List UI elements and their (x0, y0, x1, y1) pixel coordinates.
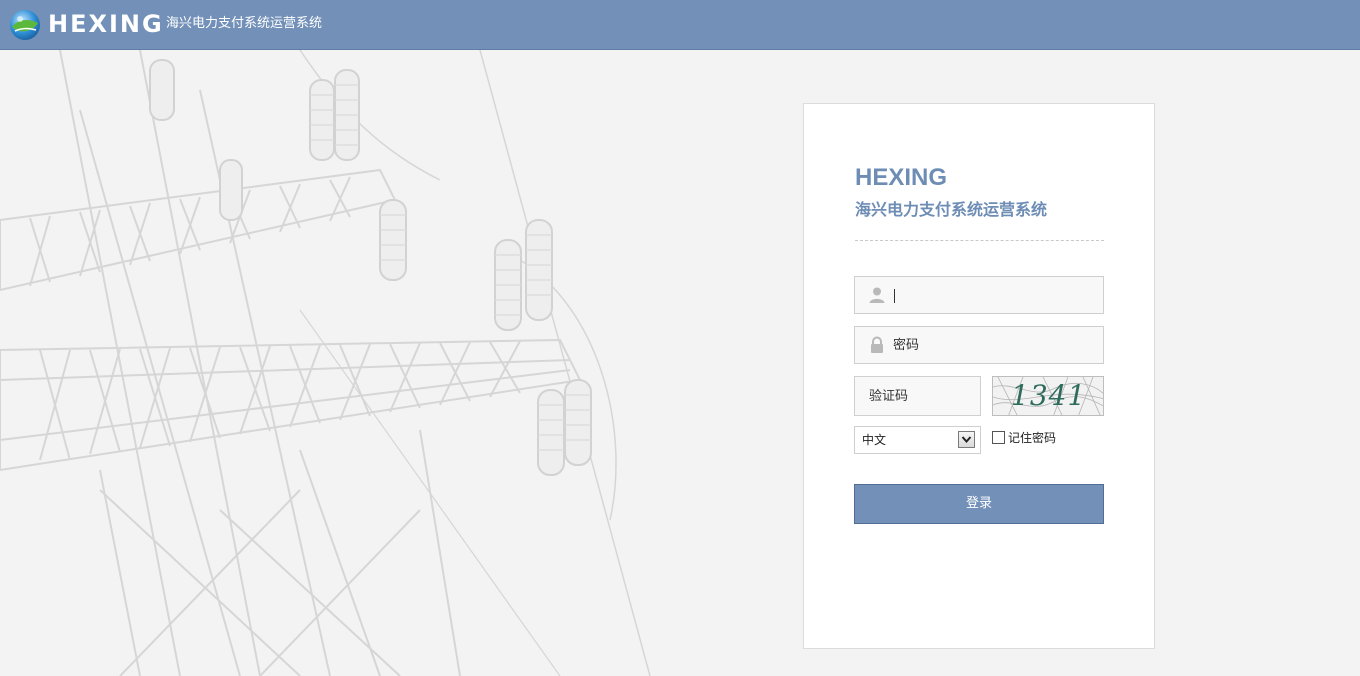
top-header: HEXING 海兴电力支付系统运营系统 (0, 0, 1360, 50)
login-panel: HEXING 海兴电力支付系统运营系统 验证码 1341 中文 记住密码 登录 (803, 103, 1155, 649)
lock-icon (871, 336, 883, 353)
login-page: HEXING 海兴电力支付系统运营系统 HEXING 海兴电力支付系统运营系统 … (0, 0, 1360, 676)
captcha-image[interactable]: 1341 (992, 376, 1104, 416)
username-input[interactable] (893, 283, 1093, 307)
username-field[interactable] (854, 276, 1104, 314)
language-select[interactable]: 中文 (854, 426, 981, 454)
password-field[interactable] (854, 326, 1104, 364)
dashed-divider (855, 240, 1104, 241)
chevron-down-icon[interactable] (958, 431, 975, 448)
globe-logo-icon (10, 10, 40, 40)
remember-label[interactable]: 记住密码 (1008, 430, 1056, 446)
transmission-tower-illustration (0, 50, 651, 676)
header-logo-text: HEXING (48, 10, 164, 38)
language-selected-value: 中文 (862, 433, 887, 447)
brand-subtitle: 海兴电力支付系统运营系统 (855, 200, 1048, 219)
captcha-input[interactable] (869, 385, 969, 407)
login-button[interactable]: 登录 (854, 484, 1104, 524)
captcha-text: 1341 (1011, 379, 1087, 412)
text-caret (894, 289, 895, 303)
header-subtitle: 海兴电力支付系统运营系统 (166, 16, 323, 31)
user-icon (869, 287, 885, 303)
brand-title: HEXING (855, 164, 948, 191)
remember-checkbox[interactable] (992, 431, 1005, 444)
password-input[interactable] (893, 333, 1093, 357)
captcha-field[interactable] (854, 376, 981, 416)
